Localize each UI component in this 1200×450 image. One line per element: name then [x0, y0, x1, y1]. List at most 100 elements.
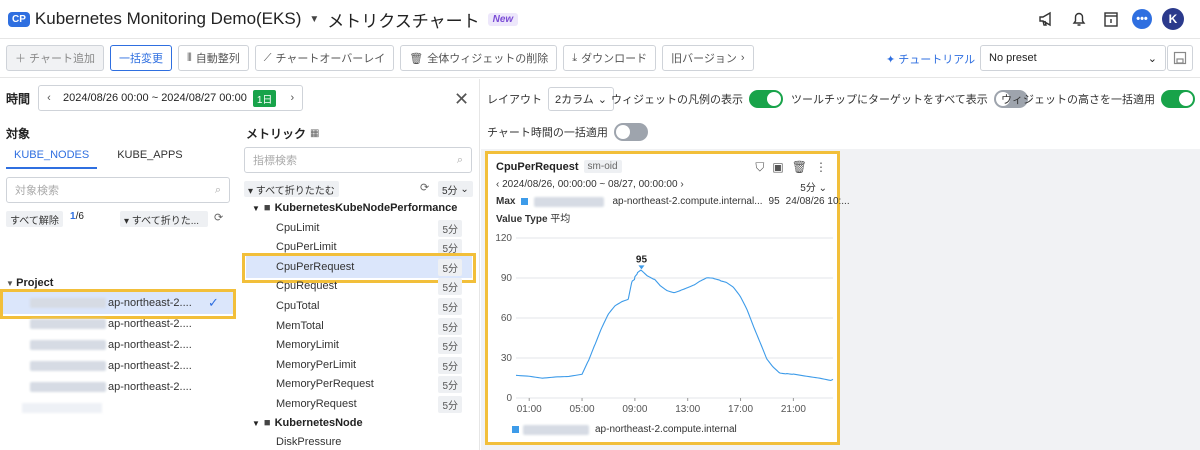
day-badge: 1日 [252, 89, 277, 107]
old-version-button[interactable]: 旧バージョン › [662, 45, 754, 71]
peak-label: 95 [636, 254, 648, 265]
list-item[interactable]: ap-northeast-2.... [30, 335, 192, 355]
close-icon[interactable]: ✕ [454, 89, 469, 110]
metric-column: メトリック ▦ 指標検索 ⌕ ▾ すべて折りたたむ ⟳ 5分 ⌄ ▼ ■ Kub… [240, 119, 480, 450]
chat-icon[interactable]: ••• [1132, 9, 1152, 29]
toolbar: ＋ チャート追加 一括変更 ⦀ 自動整列 ⟋ チャートオーバーレイ 🗑 全体ウィ… [0, 38, 1200, 78]
list-item[interactable]: ap-northeast-2.... [30, 356, 192, 376]
y-tick-label: 0 [506, 393, 512, 404]
time-range-picker[interactable]: ‹ 2024/08/26 00:00 ~ 2024/08/27 00:00 1日… [38, 85, 304, 111]
refresh-icon[interactable]: ⟳ [420, 181, 429, 194]
time-label: 時間 [6, 91, 31, 106]
chevron-down-icon: ⌄ [1147, 52, 1157, 65]
collapse-all-metrics-button[interactable]: ▾ すべて折りたたむ [244, 181, 339, 197]
more-icon[interactable]: ⋮ [815, 160, 827, 175]
chart-time-toggle[interactable] [613, 123, 648, 141]
height-toggle[interactable] [1161, 90, 1195, 108]
metric-name: MemoryPerRequest [276, 378, 374, 390]
tab-kube-nodes[interactable]: KUBE_NODES [6, 149, 98, 169]
metric-item-memtotal[interactable]: MemTotal 5分 [276, 316, 462, 336]
add-chart-button[interactable]: ＋ チャート追加 [6, 45, 104, 71]
preset-select[interactable]: No preset ⌄ [980, 45, 1166, 71]
metric-item-cputotal[interactable]: CpuTotal 5分 [276, 296, 462, 316]
bell-icon[interactable] [1068, 8, 1090, 30]
layout-value: 2カラム [555, 94, 594, 106]
metric-search-placeholder: 指標検索 [253, 155, 297, 167]
metric-search-input[interactable]: 指標検索 ⌕ [244, 147, 472, 173]
metric-item-memoryrequest[interactable]: MemoryRequest 5分 [276, 394, 462, 414]
metric-name: MemoryRequest [276, 398, 357, 410]
time-next-icon[interactable]: › [282, 92, 302, 104]
legend-host: ap-northeast-2.compute.internal [595, 424, 737, 435]
tree-group-kubernetesnode[interactable]: ▼ ■ KubernetesNode [252, 417, 363, 429]
download-label: ダウンロード [581, 53, 648, 65]
tooltip-option: ツールチップにターゲットをすべて表示 [791, 90, 1028, 108]
target-search-input[interactable]: 対象検索 ⌕ [6, 177, 230, 203]
tab-kube-apps[interactable]: KUBE_APPS [117, 149, 182, 169]
selector-panel: 時間 ‹ 2024/08/26 00:00 ~ 2024/08/27 00:00… [0, 79, 480, 450]
line-chart-icon: ⟋ [263, 51, 272, 64]
metric-item-diskpressure[interactable]: DiskPressure [276, 435, 462, 449]
x-tick-label: 13:00 [675, 404, 700, 415]
widget-next-icon[interactable]: › [678, 179, 683, 190]
layout-select[interactable]: 2カラム ⌄ [548, 87, 615, 111]
collapse-all-targets-button[interactable]: ▾ すべて折りた... [120, 211, 208, 227]
metric-item-memoryperrequest[interactable]: MemoryPerRequest 5分 [276, 374, 462, 394]
height-option: ウィジェットの高さを一括適用 [1001, 90, 1195, 108]
trash-icon[interactable]: 🗑 [792, 160, 807, 175]
widget-interval-value: 5分 [800, 183, 816, 194]
avatar[interactable]: K [1162, 8, 1184, 30]
megaphone-icon[interactable] [1036, 8, 1058, 30]
auto-arrange-label: 自動整列 [195, 53, 240, 65]
search-icon: ⌕ [214, 183, 221, 196]
metric-item-memoryperlimit[interactable]: MemoryPerLimit 5分 [276, 355, 462, 375]
list-item[interactable]: ap-northeast-2.... [30, 377, 192, 397]
widget-interval-select[interactable]: 5分 ⌄ [800, 179, 827, 194]
chart-overlay-button[interactable]: ⟋ チャートオーバーレイ [254, 45, 395, 71]
metric-interval-select[interactable]: 5分 ⌄ [438, 181, 473, 197]
caret-down-icon: ▼ [252, 418, 260, 428]
legend-toggle[interactable] [749, 90, 783, 108]
metric-item-cpurequest[interactable]: CpuRequest 5分 [276, 276, 462, 296]
series-color-swatch [512, 426, 519, 433]
chart-widget[interactable]: CpuPerRequest sm-oid ⛉ ▣ 🗑 ⋮ ‹ 2024/08/2… [485, 151, 850, 445]
auto-arrange-button[interactable]: ⦀ 自動整列 [177, 45, 249, 71]
redacted-host [30, 319, 106, 329]
peak-marker-icon [638, 265, 645, 270]
sparkle-icon: ✦ [886, 54, 896, 66]
cp-badge: CP [8, 11, 30, 27]
unselect-all-button[interactable]: すべて解除 [6, 211, 63, 227]
folder-icon: ■ [263, 417, 271, 429]
delete-all-widgets-button[interactable]: 🗑 全体ウィジェットの削除 [400, 45, 558, 71]
chevron-right-icon: › [740, 52, 745, 64]
download-button[interactable]: ⤓ ダウンロード [563, 45, 657, 71]
chevron-down-icon: ⌄ [818, 183, 827, 194]
tutorial-link[interactable]: ✦ チュートリアル [886, 51, 975, 67]
tree-group-project[interactable]: ▼ Project [6, 277, 53, 289]
widget-legend[interactable]: ap-northeast-2.compute.internal [512, 424, 737, 435]
save-preset-button[interactable] [1167, 45, 1193, 71]
bulk-change-button[interactable]: 一括変更 [109, 45, 172, 71]
widget-time-range[interactable]: ‹ 2024/08/26, 00:00:00 ~ 08/27, 00:00:00… [496, 179, 684, 190]
display-options: レイアウト 2カラム ⌄ ウィジェットの凡例の表示 ツールチップにターゲットをす… [481, 79, 1200, 149]
max-label: Max [496, 196, 516, 207]
list-item[interactable]: ap-northeast-2.... [30, 314, 192, 334]
widget-value-type: Value Type 平均 [496, 210, 570, 225]
refresh-icon[interactable]: ⟳ [214, 211, 223, 224]
app-title[interactable]: Kubernetes Monitoring Demo(EKS) [35, 9, 301, 29]
layout-option: レイアウト 2カラム ⌄ [487, 87, 615, 111]
widget-actions: ⛉ ▣ 🗑 ⋮ [755, 160, 827, 175]
metric-item-cpulimit[interactable]: CpuLimit 5分 [276, 218, 462, 238]
line-chart[interactable]: 120 90 60 30 0 01:00 05:00 09:00 13:00 17:00 21:00… [488, 228, 837, 424]
image-icon[interactable]: ▣ [772, 160, 783, 175]
new-badge: New [487, 12, 519, 26]
filter-icon[interactable]: ⛉ [755, 160, 764, 175]
time-prev-icon[interactable]: ‹ [39, 92, 59, 104]
app-switch-caret-icon[interactable]: ▼ [309, 14, 319, 25]
calendar-icon[interactable]: ▦ [310, 128, 319, 139]
widget-max-row: Max ap-northeast-2.compute.internal... 9… [496, 196, 850, 207]
tree-group-kubenodeperformance[interactable]: ▼ ■ KubernetesKubeNodePerformance [252, 202, 457, 214]
target-column: 対象 KUBE_NODES KUBE_APPS 対象検索 ⌕ すべて解除 1/6… [0, 119, 240, 450]
info-panel-icon[interactable] [1100, 8, 1122, 30]
metric-item-memorylimit[interactable]: MemoryLimit 5分 [276, 335, 462, 355]
